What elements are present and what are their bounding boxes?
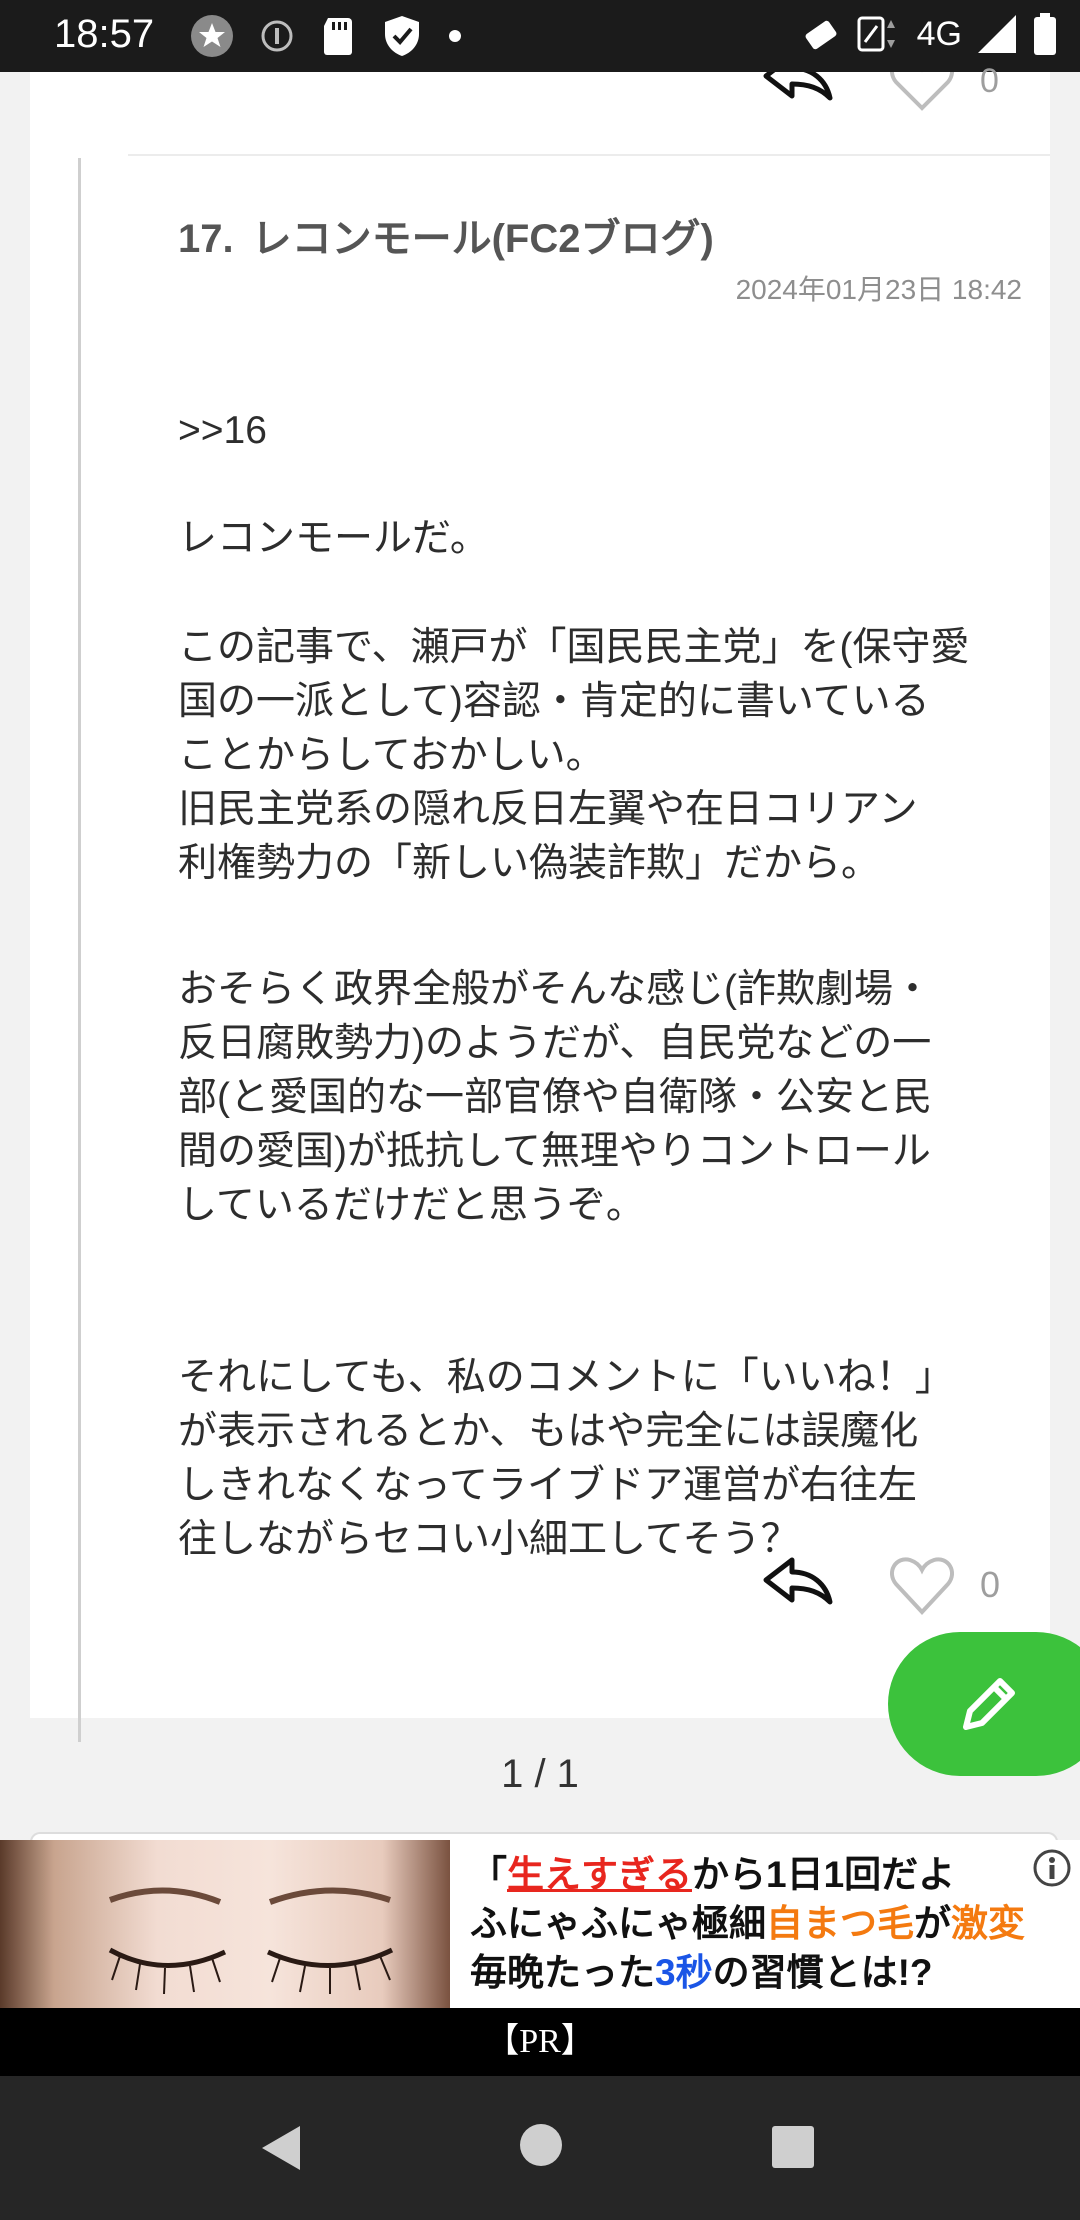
back-icon[interactable] (258, 2124, 304, 2172)
reply-button[interactable] (762, 1554, 834, 1618)
like-count: 0 (980, 1564, 1001, 1605)
pr-label: 【PR】 (0, 2008, 1080, 2076)
info-icon (261, 20, 293, 52)
ad-text-part: 「 (470, 1854, 507, 1895)
ad-text-part: が (914, 1903, 951, 1944)
auto-rotate-icon (805, 20, 837, 50)
comment-number: 17. (178, 217, 234, 261)
pencil-icon (963, 1678, 1015, 1730)
comment-date: 2024年01月23日 18:42 (735, 274, 1022, 305)
reply-icon (763, 1557, 833, 1605)
comment-paragraph: おそらく政界全般がそんな感じ(詐欺劇場・ 反日腐敗勢力)のようだが、自民党などの… (178, 968, 932, 1227)
comment-header: 17. レコンモール(FC2ブログ) (178, 206, 714, 264)
heart-icon (890, 1557, 954, 1615)
star-icon (191, 15, 233, 57)
ad-text-part: 激変 (951, 1903, 1025, 1944)
status-bar: 18:57 4G (0, 0, 1080, 72)
ad-text-part: 毎晩たった (470, 1952, 655, 1993)
ad-line: 「生えすぎるから1日1回だよ (470, 1850, 1070, 1899)
nfc-icon (857, 16, 895, 52)
dot-icon (449, 30, 461, 42)
comment-paragraph: この記事で、瀬戸が「国民民主党」を(保守愛 国の一派として)容認・肯定的に書いて… (178, 626, 970, 885)
like-button[interactable] (888, 1552, 956, 1620)
status-time: 18:57 (54, 12, 155, 56)
ad-text-part: から1日1回だよ (692, 1854, 956, 1895)
previous-reply-button[interactable] (762, 53, 834, 106)
battery-icon (1034, 13, 1056, 55)
comment-author[interactable]: レコンモール(FC2ブログ) (252, 217, 714, 261)
ad-image[interactable] (0, 1840, 450, 2008)
navigation-bar (0, 2076, 1080, 2220)
ad-info-button[interactable] (1032, 1848, 1072, 1892)
recents-icon[interactable] (772, 2126, 814, 2168)
heart-icon (890, 55, 954, 111)
comments-card: 0 17. レコンモール(FC2ブログ) 2024年01月23日 18:42 >>… (30, 53, 1050, 1742)
thread-line (78, 158, 81, 1742)
info-icon (1033, 1849, 1071, 1887)
comment-paragraph: それにしても、私のコメントに「いいね！」 が表示されるとか、もはや完全には誤魔化… (178, 1356, 954, 1561)
ad-text-part: 3秒 (655, 1952, 713, 1993)
comment-quote-link[interactable]: >>16 (178, 404, 267, 458)
previous-like-button[interactable] (888, 55, 956, 116)
ad-text-part: 自まつ毛 (766, 1903, 914, 1944)
reply-icon (763, 53, 833, 101)
signal-icon (978, 15, 1016, 53)
home-icon[interactable] (520, 2124, 562, 2166)
ad-line: 毎晩たった3秒の習慣とは!? (470, 1948, 1070, 1997)
pagination: 1 / 1 (501, 1752, 579, 1796)
network-type: 4G (916, 14, 962, 53)
ad-text[interactable]: 「生えすぎるから1日1回だよ ふにゃふにゃ極細自まつ毛が激変 毎晩たった3秒の習… (470, 1850, 1070, 1997)
divider (128, 154, 1050, 156)
ad-line: ふにゃふにゃ極細自まつ毛が激変 (470, 1899, 1070, 1948)
sd-card-icon (324, 18, 352, 55)
ad-text-part: ふにゃふにゃ極細 (470, 1903, 766, 1944)
ad-text-part: の習慣とは!? (712, 1952, 933, 1993)
ad-banner[interactable]: 「生えすぎるから1日1回だよ ふにゃふにゃ極細自まつ毛が激変 毎晩たった3秒の習… (0, 1840, 1080, 2008)
ad-text-part: 生えすぎる (507, 1854, 692, 1895)
shield-icon (385, 16, 419, 56)
comment-paragraph: レコンモールだ。 (178, 517, 489, 560)
previous-like-count: 0 (980, 62, 999, 100)
